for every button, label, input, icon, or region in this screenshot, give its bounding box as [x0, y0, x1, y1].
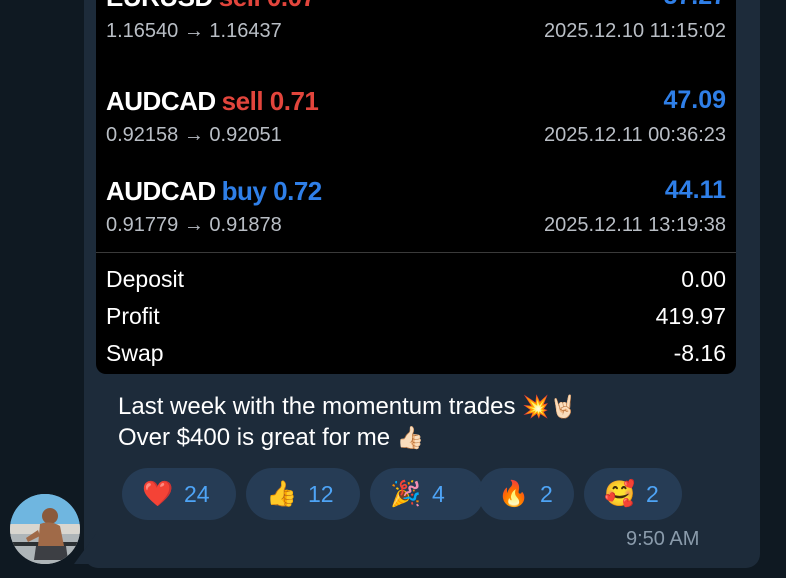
- trade-symbol: AUDCAD sell 0.71: [106, 86, 319, 116]
- summary-label: Profit: [106, 303, 160, 329]
- trade-side-volume: sell 0.71: [221, 86, 319, 116]
- summary-row-swap: Swap -8.16: [96, 340, 736, 374]
- reaction-thumbs-up-button[interactable]: 👍 12: [246, 468, 360, 520]
- trade-time: 2025.12.11 00:36:23: [543, 124, 726, 146]
- summary-row-deposit: Deposit 0.00: [96, 266, 736, 300]
- reaction-smiling-hearts-button[interactable]: 🥰 2: [584, 468, 682, 520]
- thumbs-up-icon: 👍: [266, 480, 298, 508]
- smiling-face-with-hearts-icon: 🥰: [604, 480, 636, 508]
- fire-icon: 🔥: [498, 480, 530, 508]
- message-line-1: Last week with the momentum trades: [118, 393, 516, 420]
- trade-prices: 0.91779 → 0.91878: [106, 214, 282, 236]
- trade-profit: 44.11: [664, 176, 726, 204]
- trade-prices: 1.16540 → 1.16437: [106, 20, 282, 42]
- collision-rock-on-icon: 💥🤘🏻: [522, 394, 577, 419]
- reaction-count: 24: [184, 481, 210, 507]
- message-text: Last week with the momentum trades 💥🤘🏻 O…: [118, 391, 577, 453]
- avatar-photo: [10, 494, 80, 564]
- heart-icon: ❤️: [142, 480, 174, 508]
- summary-value: 0.00: [681, 266, 726, 292]
- reaction-count: 12: [308, 481, 334, 507]
- trade-prices: 0.92158 → 0.92051: [106, 124, 282, 146]
- reaction-count: 4: [432, 481, 445, 507]
- trade-symbol: AUDCAD buy 0.72: [106, 176, 323, 206]
- trade-row: EURUSDsell 0.07 57.27 1.16540 → 1.16437 …: [96, 0, 736, 72]
- reaction-count: 2: [540, 481, 553, 507]
- message-timestamp: 9:50 AM: [626, 528, 700, 550]
- party-popper-icon: 🎉: [390, 480, 422, 508]
- trade-profit: 47.09: [663, 86, 726, 114]
- summary-label: Deposit: [106, 266, 184, 292]
- trade-time: 2025.12.10 11:15:02: [543, 20, 726, 42]
- trade-row: AUDCAD sell 0.71 47.09 0.92158 → 0.92051 …: [96, 86, 736, 176]
- summary-label: Swap: [106, 340, 164, 366]
- message-line-2: Over $400 is great for me: [118, 424, 391, 451]
- reaction-heart-button[interactable]: ❤️ 24: [122, 468, 236, 520]
- summary-value: 419.97: [655, 303, 726, 329]
- reaction-party-button[interactable]: 🎉 4: [370, 468, 484, 520]
- avatar[interactable]: [10, 494, 80, 564]
- summary-value: -8.16: [673, 340, 726, 366]
- trade-report-image[interactable]: EURUSDsell 0.07 57.27 1.16540 → 1.16437 …: [96, 0, 736, 374]
- report-divider: [96, 252, 736, 253]
- trade-symbol: EURUSDsell 0.07: [106, 0, 316, 13]
- trade-side-volume: sell 0.07: [219, 0, 316, 12]
- summary-row-profit: Profit 419.97: [96, 303, 736, 337]
- reaction-fire-button[interactable]: 🔥 2: [478, 468, 574, 520]
- trade-time: 2025.12.11 13:19:38: [543, 214, 726, 236]
- trade-profit: 57.27: [663, 0, 726, 11]
- thumbs-up-icon: 👍🏻: [396, 425, 425, 450]
- trade-side-volume: buy 0.72: [221, 176, 323, 206]
- reaction-count: 2: [646, 481, 659, 507]
